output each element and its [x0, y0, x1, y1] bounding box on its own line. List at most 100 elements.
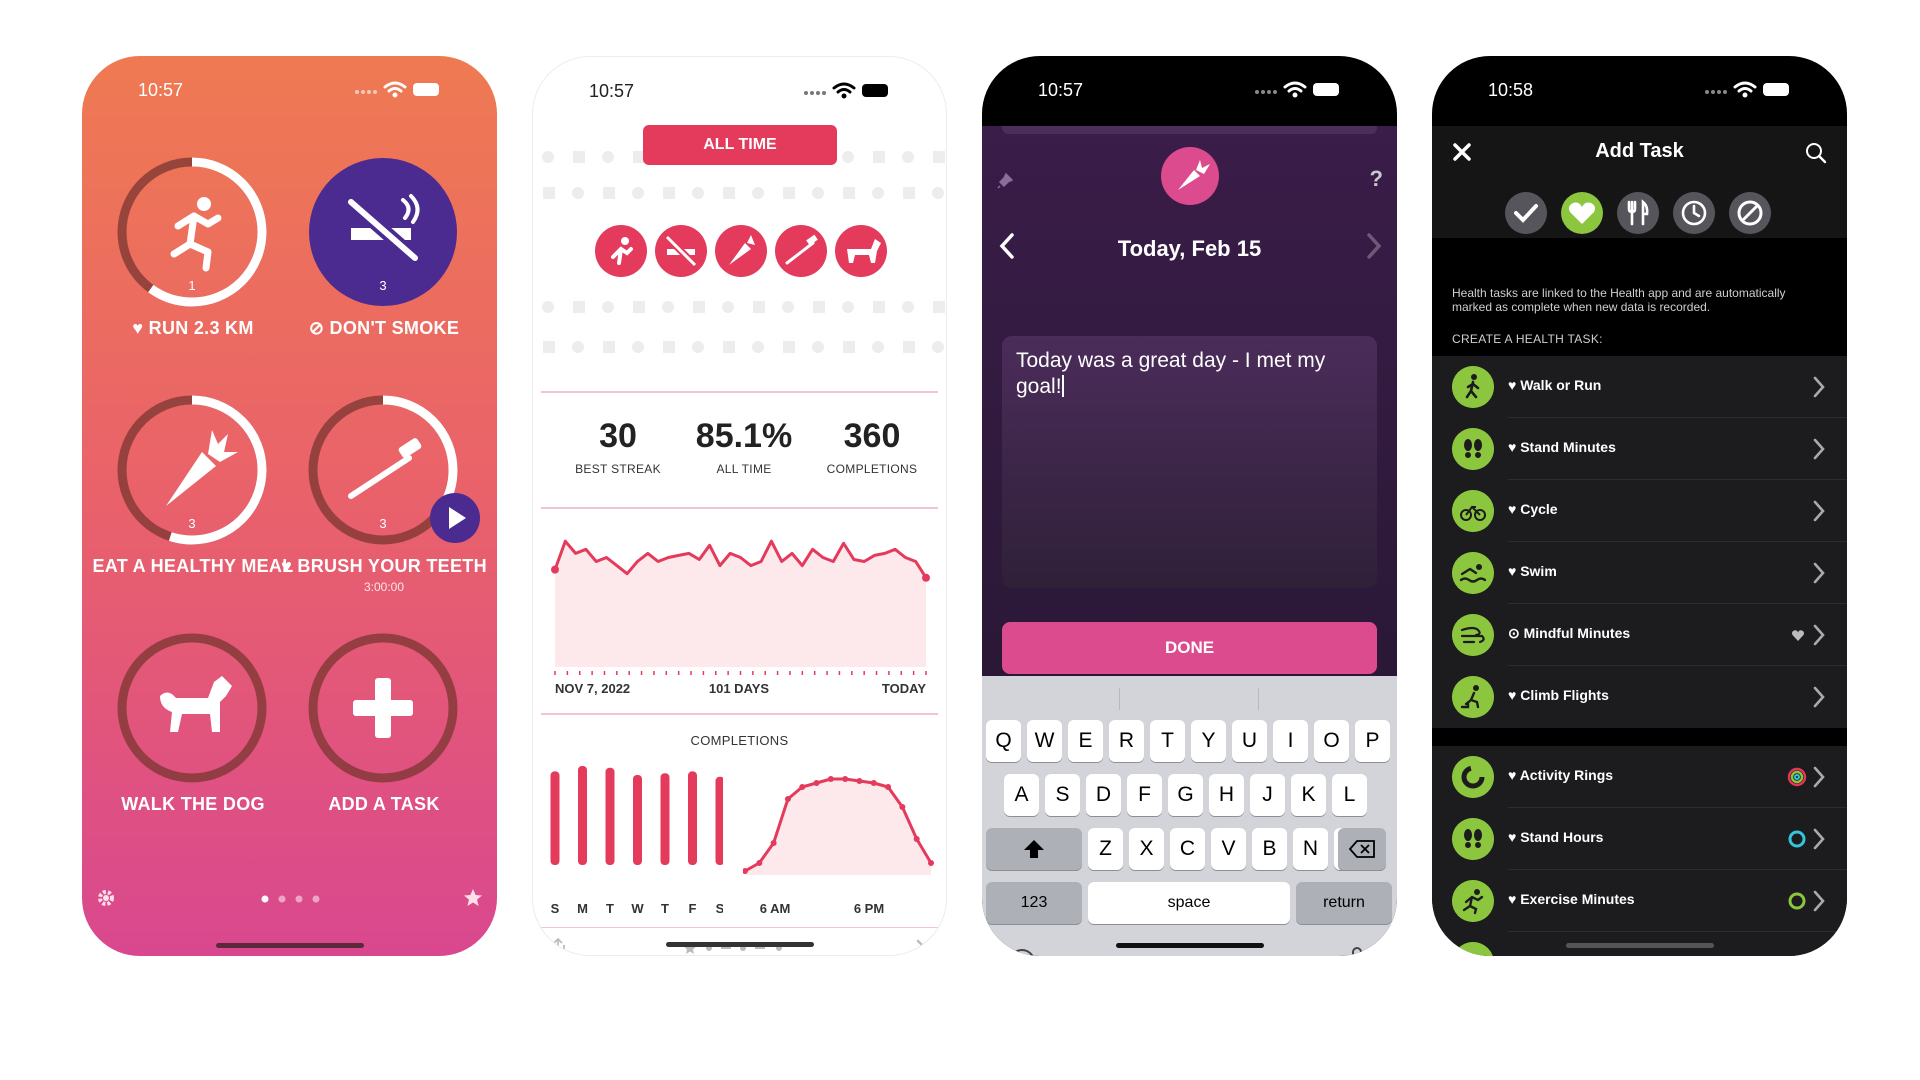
habit-dont-smoke[interactable]: 3 ⊘ DON'T SMOKE [289, 156, 479, 376]
key-r[interactable]: R [1109, 720, 1144, 762]
microphone-icon[interactable] [1347, 946, 1367, 956]
key-x[interactable]: X [1129, 828, 1164, 870]
habit-count: 3 [188, 516, 195, 531]
emoji-icon[interactable] [1008, 948, 1036, 956]
task-row-stand-minutes[interactable]: ♥ Stand Minutes [1432, 418, 1847, 480]
completion-trend-chart: NOV 7, 2022 101 DAYS TODAY [551, 539, 930, 696]
share-icon[interactable] [549, 937, 567, 956]
health-info-text: Health tasks are linked to the Health ap… [1452, 286, 1786, 314]
category-timer-icon[interactable] [1673, 192, 1715, 234]
next-day-chevron-icon[interactable] [1365, 232, 1383, 260]
key-a[interactable]: A [1004, 774, 1039, 816]
category-health-heart-icon[interactable] [1561, 192, 1603, 234]
hour-label-6am: 6 AM [760, 901, 791, 916]
key-u[interactable]: U [1232, 720, 1267, 762]
key-backspace[interactable] [1338, 828, 1386, 870]
key-v[interactable]: V [1211, 828, 1246, 870]
task-row-walk-or-run[interactable]: ♥ Walk or Run [1432, 356, 1847, 418]
chevron-right-icon [1813, 828, 1825, 850]
task-row-swim[interactable]: ♥ Swim [1432, 542, 1847, 604]
search-icon[interactable] [1805, 142, 1827, 164]
task-row-stand-hours[interactable]: ♥ Stand Hours [1432, 808, 1847, 870]
key-space[interactable]: space [1088, 882, 1290, 924]
key-o[interactable]: O [1314, 720, 1349, 762]
task-row-climb-flights[interactable]: ♥ Climb Flights [1432, 666, 1847, 728]
task-row-exercise-minutes[interactable]: ♥ Exercise Minutes [1432, 870, 1847, 932]
key-f[interactable]: F [1127, 774, 1162, 816]
weekday-bar [578, 766, 587, 865]
key-p[interactable]: P [1355, 720, 1390, 762]
hour-point [928, 860, 934, 866]
key-e[interactable]: E [1068, 720, 1103, 762]
key-g[interactable]: G [1168, 774, 1203, 816]
chevron-right-icon [1813, 376, 1825, 398]
task-row-cycle[interactable]: ♥ Cycle [1432, 480, 1847, 542]
key-y[interactable]: Y [1191, 720, 1226, 762]
help-button[interactable]: ? [1370, 166, 1383, 192]
category-food-icon[interactable] [1617, 192, 1659, 234]
task-row-activity-rings[interactable]: ♥ Activity Rings [1432, 746, 1847, 808]
play-timer-button[interactable] [429, 492, 481, 544]
key-l[interactable]: L [1332, 774, 1367, 816]
hour-point [885, 784, 892, 790]
pin-icon[interactable] [996, 172, 1014, 190]
no-icon: ⊘ [308, 318, 330, 338]
stat-all-time: 85.1% ALL TIME [679, 417, 809, 476]
key-n[interactable]: N [1293, 828, 1328, 870]
key-c[interactable]: C [1170, 828, 1205, 870]
clock-icon: ⊙ [1508, 625, 1524, 641]
key-h[interactable]: H [1209, 774, 1244, 816]
weekday-bar [688, 771, 697, 865]
habit-healthy-meal[interactable]: 3 EAT A HEALTHY MEAL [92, 394, 293, 614]
heart-icon: ♥ [1508, 563, 1521, 579]
gear-icon[interactable] [96, 888, 116, 908]
habit-brush-teeth[interactable]: 3 ♥ BRUSH YOUR TEETH 3:00:00 [281, 394, 487, 614]
habit-label: ⊘ DON'T SMOKE [308, 318, 460, 338]
chevron-right-icon [1813, 766, 1825, 788]
status-bar: 10:57 [982, 76, 1397, 106]
page-indicator[interactable] [260, 894, 320, 904]
key-s[interactable]: S [1045, 774, 1080, 816]
stat-value: 360 [843, 417, 901, 455]
key-q[interactable]: Q [986, 720, 1021, 762]
task-row-mindful-minutes[interactable]: ⊙ Mindful Minutes [1432, 604, 1847, 666]
key-return[interactable]: return [1296, 882, 1392, 924]
time-filter-button[interactable]: ALL TIME [643, 125, 837, 165]
key-b[interactable]: B [1252, 828, 1287, 870]
close-icon[interactable] [916, 939, 932, 955]
habit-run[interactable]: 1 ♥ RUN 2.3 KM [98, 156, 288, 376]
key-k[interactable]: K [1291, 774, 1326, 816]
key-numbers[interactable]: 123 [986, 882, 1082, 924]
chevron-right-icon [1813, 686, 1825, 708]
filter-dog-icon [835, 225, 887, 277]
heart-icon: ♥ [1508, 377, 1521, 393]
key-shift[interactable] [986, 828, 1082, 870]
mindful-icon [1452, 614, 1494, 656]
add-task-button[interactable]: ADD A TASK [289, 632, 479, 852]
stand-ring-icon [1788, 830, 1806, 848]
note-textarea[interactable]: Today was a great day - I met my goal! [1002, 336, 1377, 588]
key-z[interactable]: Z [1088, 828, 1123, 870]
weekday-label: S [551, 901, 560, 916]
key-d[interactable]: D [1086, 774, 1121, 816]
progress-ring: 3 [309, 158, 457, 306]
key-w[interactable]: W [1027, 720, 1062, 762]
hour-point [870, 780, 877, 786]
habits-screen: 10:57 1 ♥ RUN 2.3 KM 3 ⊘ DON'T SMOKE 3 E… [82, 56, 497, 956]
status-time: 10:57 [138, 80, 184, 100]
hour-point [784, 796, 791, 802]
hour-area-chart: 6 AM 6 PM [743, 776, 934, 916]
home-indicator [215, 943, 364, 948]
key-t[interactable]: T [1150, 720, 1185, 762]
habit-label: ADD A TASK [328, 794, 440, 814]
key-i[interactable]: I [1273, 720, 1308, 762]
category-checkmark-icon[interactable] [1505, 192, 1547, 234]
done-button[interactable]: DONE [1002, 622, 1377, 674]
hour-point [842, 776, 849, 782]
star-icon[interactable] [463, 888, 483, 908]
key-j[interactable]: J [1250, 774, 1285, 816]
habit-walk-dog[interactable]: WALK THE DOG [98, 632, 288, 852]
status-icons [1255, 81, 1339, 98]
category-avoid-icon[interactable] [1729, 192, 1771, 234]
hour-point [770, 840, 777, 846]
